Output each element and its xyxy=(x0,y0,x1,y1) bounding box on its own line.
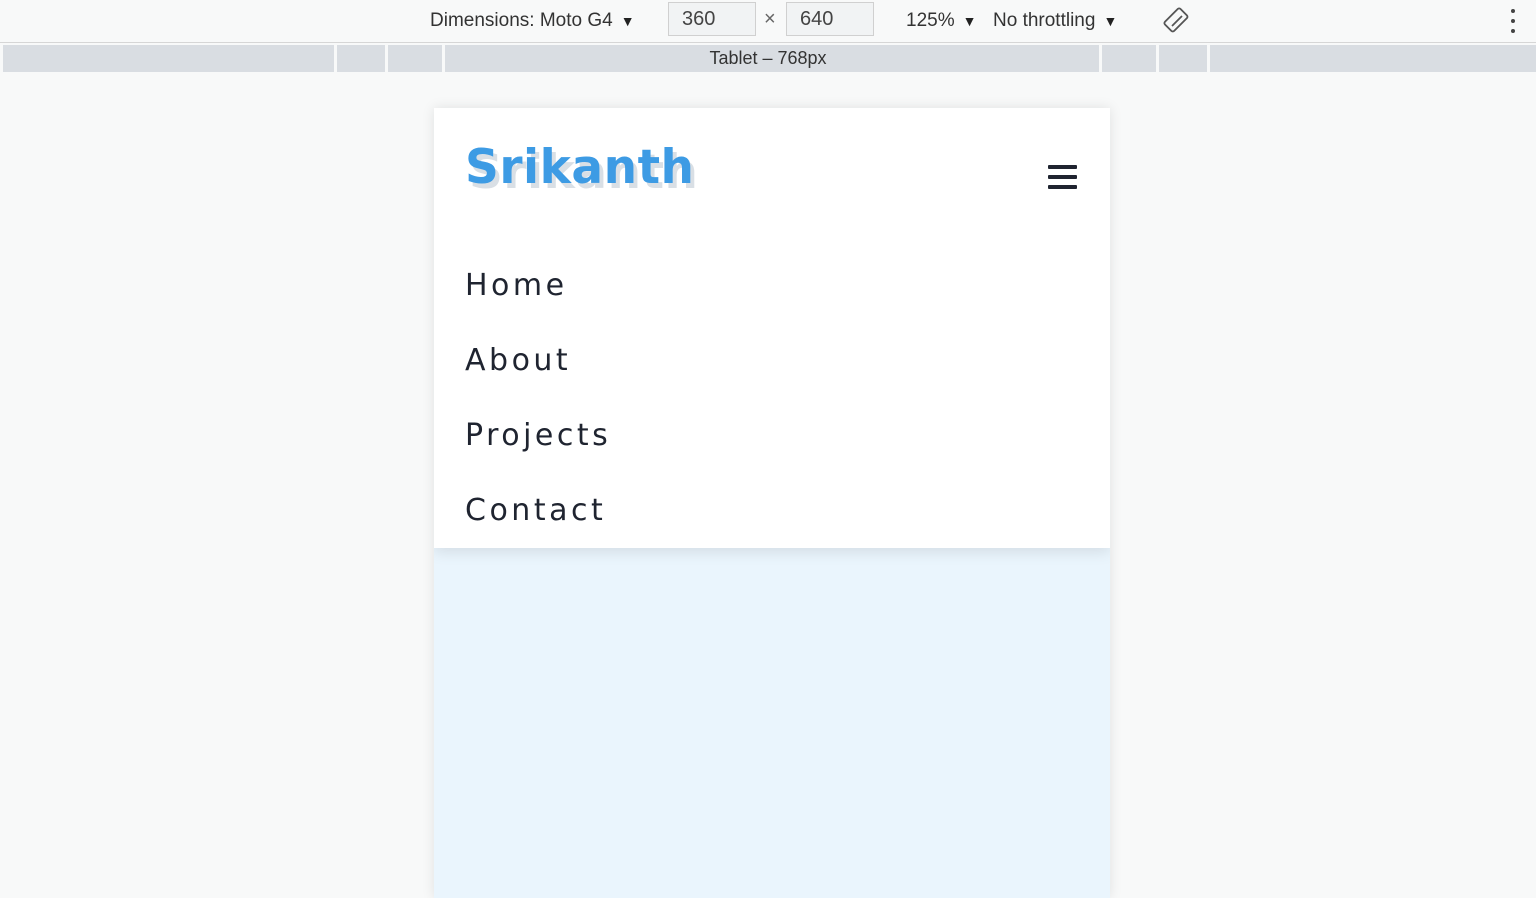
height-input[interactable]: 640 xyxy=(786,2,874,36)
caret-down-icon: ▼ xyxy=(1103,13,1118,29)
more-options-icon[interactable] xyxy=(1507,9,1519,33)
times-sign: × xyxy=(764,8,776,30)
caret-down-icon: ▼ xyxy=(620,13,635,29)
device-viewport: Srikanth Home About Projects Contact xyxy=(434,108,1110,898)
throttling-dropdown[interactable]: No throttling ▼ xyxy=(993,0,1117,42)
zoom-dropdown[interactable]: 125% ▼ xyxy=(906,0,976,42)
nav-link-home[interactable]: Home xyxy=(465,266,568,306)
nav-link-projects[interactable]: Projects xyxy=(465,416,611,456)
device-toolbar: Dimensions: Moto G4 ▼ 360 × 640 125% ▼ N… xyxy=(0,0,1536,43)
site-brand[interactable]: Srikanth xyxy=(465,140,695,196)
site-nav: Srikanth Home About Projects Contact xyxy=(434,108,1110,548)
throttling-label: No throttling xyxy=(993,10,1096,31)
dimensions-dropdown[interactable]: Dimensions: Moto G4 ▼ xyxy=(430,0,635,42)
nav-link-contact[interactable]: Contact xyxy=(465,491,606,531)
media-query-bar: Tablet – 768px xyxy=(0,45,1536,72)
zoom-label: 125% xyxy=(906,10,955,31)
dimensions-label: Dimensions: Moto G4 xyxy=(430,10,613,31)
width-input[interactable]: 360 xyxy=(668,2,756,36)
nav-link-about[interactable]: About xyxy=(465,341,571,381)
hamburger-menu-icon[interactable] xyxy=(1048,165,1077,189)
caret-down-icon: ▼ xyxy=(962,13,977,29)
media-query-label: Tablet – 768px xyxy=(709,48,827,68)
rotate-device-icon[interactable] xyxy=(1163,7,1191,35)
